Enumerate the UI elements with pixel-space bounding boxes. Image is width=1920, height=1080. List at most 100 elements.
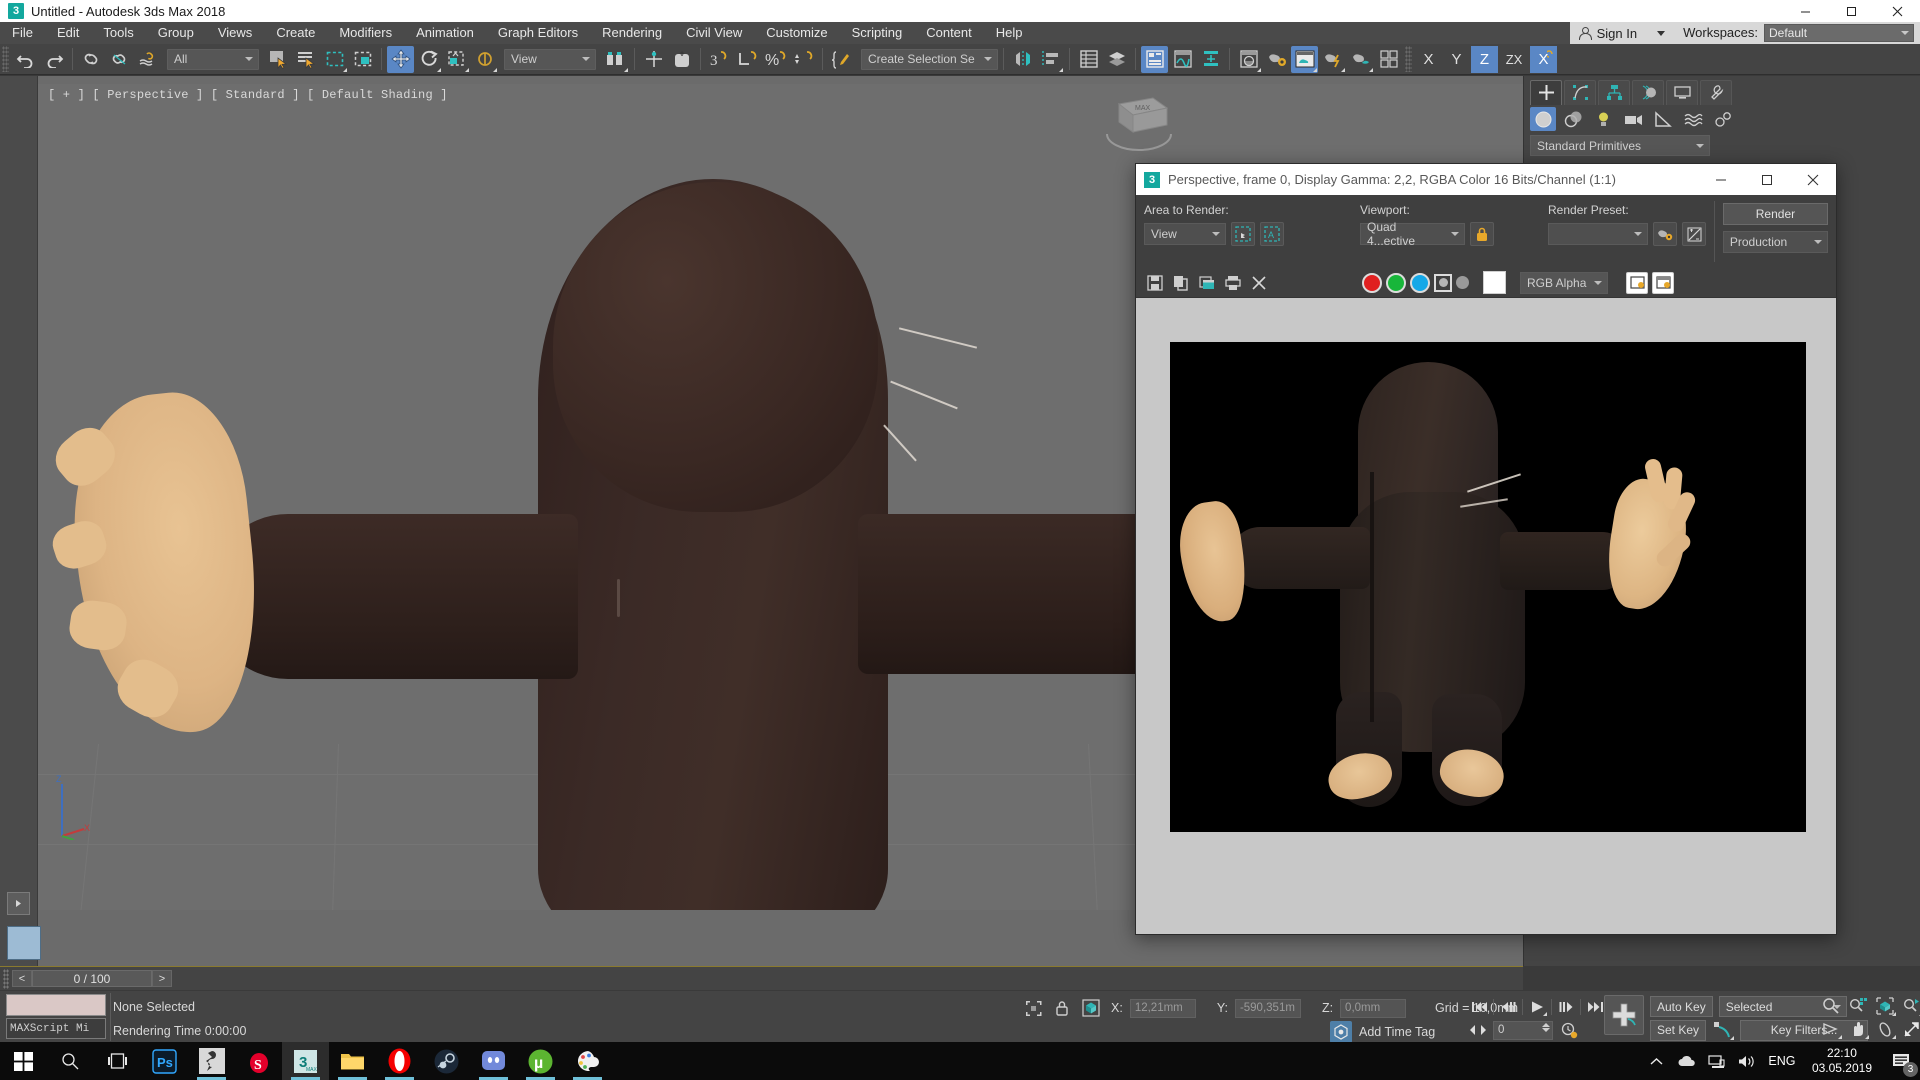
previous-frame-button[interactable]: < <box>12 970 32 987</box>
green-channel-toggle[interactable] <box>1386 272 1406 293</box>
close-button[interactable] <box>1874 0 1920 22</box>
redo-icon[interactable] <box>40 46 67 73</box>
maximize-viewport-icon[interactable] <box>1901 1018 1920 1040</box>
alpha-channel-toggle[interactable] <box>1434 273 1452 292</box>
render-button[interactable]: Render <box>1722 203 1828 225</box>
placement-tool-icon[interactable] <box>471 46 498 73</box>
menu-help[interactable]: Help <box>984 22 1035 44</box>
constrain-zx-button[interactable]: ZX <box>1499 46 1529 73</box>
hierarchy-tab[interactable] <box>1598 79 1630 105</box>
utilities-tab[interactable] <box>1700 79 1732 105</box>
schematic-view-icon[interactable] <box>1197 46 1224 73</box>
viewport-color-swatch[interactable] <box>7 926 41 960</box>
menu-customize[interactable]: Customize <box>754 22 839 44</box>
time-slider-grip[interactable] <box>3 968 9 989</box>
zbrush-icon[interactable] <box>188 1042 235 1080</box>
clock[interactable]: 22:10 03.05.2019 <box>1802 1046 1882 1076</box>
y-coordinate-field[interactable]: -590,351m <box>1234 998 1301 1018</box>
angle-snap-toggle-icon[interactable]: 3 <box>706 46 733 73</box>
auto-region-selected-icon[interactable] <box>1231 222 1255 246</box>
duplicate-frame-icon[interactable] <box>1626 271 1648 294</box>
minimize-button[interactable] <box>1782 0 1828 22</box>
pan-view-icon[interactable] <box>1847 1018 1869 1040</box>
red-channel-toggle[interactable] <box>1362 272 1382 293</box>
select-by-name-icon[interactable] <box>293 46 320 73</box>
select-and-move-icon[interactable] <box>387 45 414 73</box>
next-frame-icon[interactable] <box>1555 996 1577 1018</box>
orbit-icon[interactable] <box>1874 1018 1896 1040</box>
save-image-icon[interactable] <box>1144 272 1166 294</box>
set-key-filters-icon[interactable] <box>1712 1019 1735 1041</box>
add-key-button[interactable] <box>1604 995 1644 1035</box>
set-key-button[interactable]: Set Key <box>1650 1019 1707 1041</box>
maximize-button[interactable] <box>1828 0 1874 22</box>
discord-icon[interactable] <box>470 1042 517 1080</box>
add-time-tag-label[interactable]: Add Time Tag <box>1359 1025 1435 1039</box>
curve-editor-icon[interactable] <box>1169 46 1196 73</box>
utorrent-icon[interactable]: µ <box>517 1042 564 1080</box>
z-coordinate-field[interactable]: 0,0mm <box>1340 998 1407 1018</box>
action-center-icon[interactable]: 3 <box>1882 1042 1920 1080</box>
menu-content[interactable]: Content <box>914 22 984 44</box>
spinner-arrows-icon[interactable] <box>790 46 817 73</box>
space-warps-icon[interactable] <box>1680 107 1706 131</box>
object-category-select[interactable]: Standard Primitives <box>1530 135 1710 156</box>
play-animation-icon[interactable] <box>1526 996 1548 1018</box>
sign-in-button[interactable]: Sign In <box>1569 22 1672 44</box>
opera-icon[interactable] <box>376 1042 423 1080</box>
spinner-snap-toggle-icon[interactable]: % <box>762 46 789 73</box>
show-hidden-icons-icon[interactable] <box>1642 1042 1672 1080</box>
time-configuration-icon[interactable] <box>1558 1019 1580 1041</box>
absolute-relative-toggle-icon[interactable] <box>1080 997 1102 1019</box>
menu-create[interactable]: Create <box>264 22 327 44</box>
menu-file[interactable]: File <box>0 22 45 44</box>
zoom-icon[interactable] <box>1820 995 1842 1017</box>
network-icon[interactable] <box>1702 1042 1732 1080</box>
toggle-layer-explorer-icon[interactable] <box>1103 46 1130 73</box>
workspaces-select[interactable]: Default <box>1764 24 1914 42</box>
3dsmax-icon[interactable]: 3 MAX <box>282 1042 329 1080</box>
rendered-image[interactable] <box>1170 342 1806 832</box>
select-and-manipulate-icon[interactable] <box>640 46 667 73</box>
rectangular-selection-region-icon[interactable] <box>321 46 348 73</box>
render-setup-icon[interactable] <box>1653 222 1677 246</box>
reference-coordinate-select[interactable]: View <box>504 48 596 70</box>
helpers-icon[interactable] <box>1650 107 1676 131</box>
field-of-view-icon[interactable] <box>1820 1018 1842 1040</box>
time-tag-icon[interactable] <box>1330 1021 1352 1043</box>
area-to-render-select[interactable]: View <box>1144 223 1226 245</box>
rfw-image-canvas[interactable] <box>1136 298 1836 934</box>
selection-lock-toggle-icon[interactable] <box>1022 997 1044 1019</box>
render-production-icon[interactable] <box>1319 46 1346 73</box>
menu-modifiers[interactable]: Modifiers <box>327 22 404 44</box>
render-preset-select[interactable] <box>1548 223 1648 245</box>
use-pivot-point-center-icon[interactable] <box>602 46 629 73</box>
zoom-region-icon[interactable] <box>1901 995 1920 1017</box>
display-tab[interactable] <box>1666 79 1698 105</box>
window-crossing-toggle-icon[interactable] <box>349 46 376 73</box>
rendered-frame-window-icon[interactable] <box>1291 45 1318 73</box>
edit-named-selection-sets-icon[interactable] <box>828 46 855 73</box>
exposure-control-icon[interactable] <box>1682 222 1706 246</box>
rfw-minimize-button[interactable] <box>1698 164 1744 195</box>
rfw-close-button[interactable] <box>1790 164 1836 195</box>
add-key-icon[interactable] <box>1604 995 1644 1035</box>
select-and-rotate-icon[interactable] <box>415 46 442 73</box>
auto-key-button[interactable]: Auto Key <box>1650 996 1713 1017</box>
render-iterative-icon[interactable] <box>1347 46 1374 73</box>
activeshade-icon[interactable] <box>1375 46 1402 73</box>
edit-region-icon[interactable]: A <box>1260 222 1284 246</box>
go-to-end-icon[interactable] <box>1584 996 1606 1018</box>
selection-filter-select[interactable]: All <box>167 48 259 70</box>
key-mode-toggle-icon[interactable] <box>1468 1019 1488 1041</box>
menu-views[interactable]: Views <box>206 22 264 44</box>
photoshop-icon[interactable]: Ps <box>141 1042 188 1080</box>
rfw-viewport-select[interactable]: Quad 4...ective <box>1360 220 1465 248</box>
snap-toggle-icon[interactable] <box>668 46 695 73</box>
go-to-start-icon[interactable] <box>1468 996 1490 1018</box>
systems-icon[interactable] <box>1710 107 1736 131</box>
material-editor-icon[interactable] <box>1235 46 1262 73</box>
unlink-selection-icon[interactable] <box>106 46 133 73</box>
clear-image-icon[interactable] <box>1248 272 1270 294</box>
clone-rendered-frame-icon[interactable] <box>1196 272 1218 294</box>
